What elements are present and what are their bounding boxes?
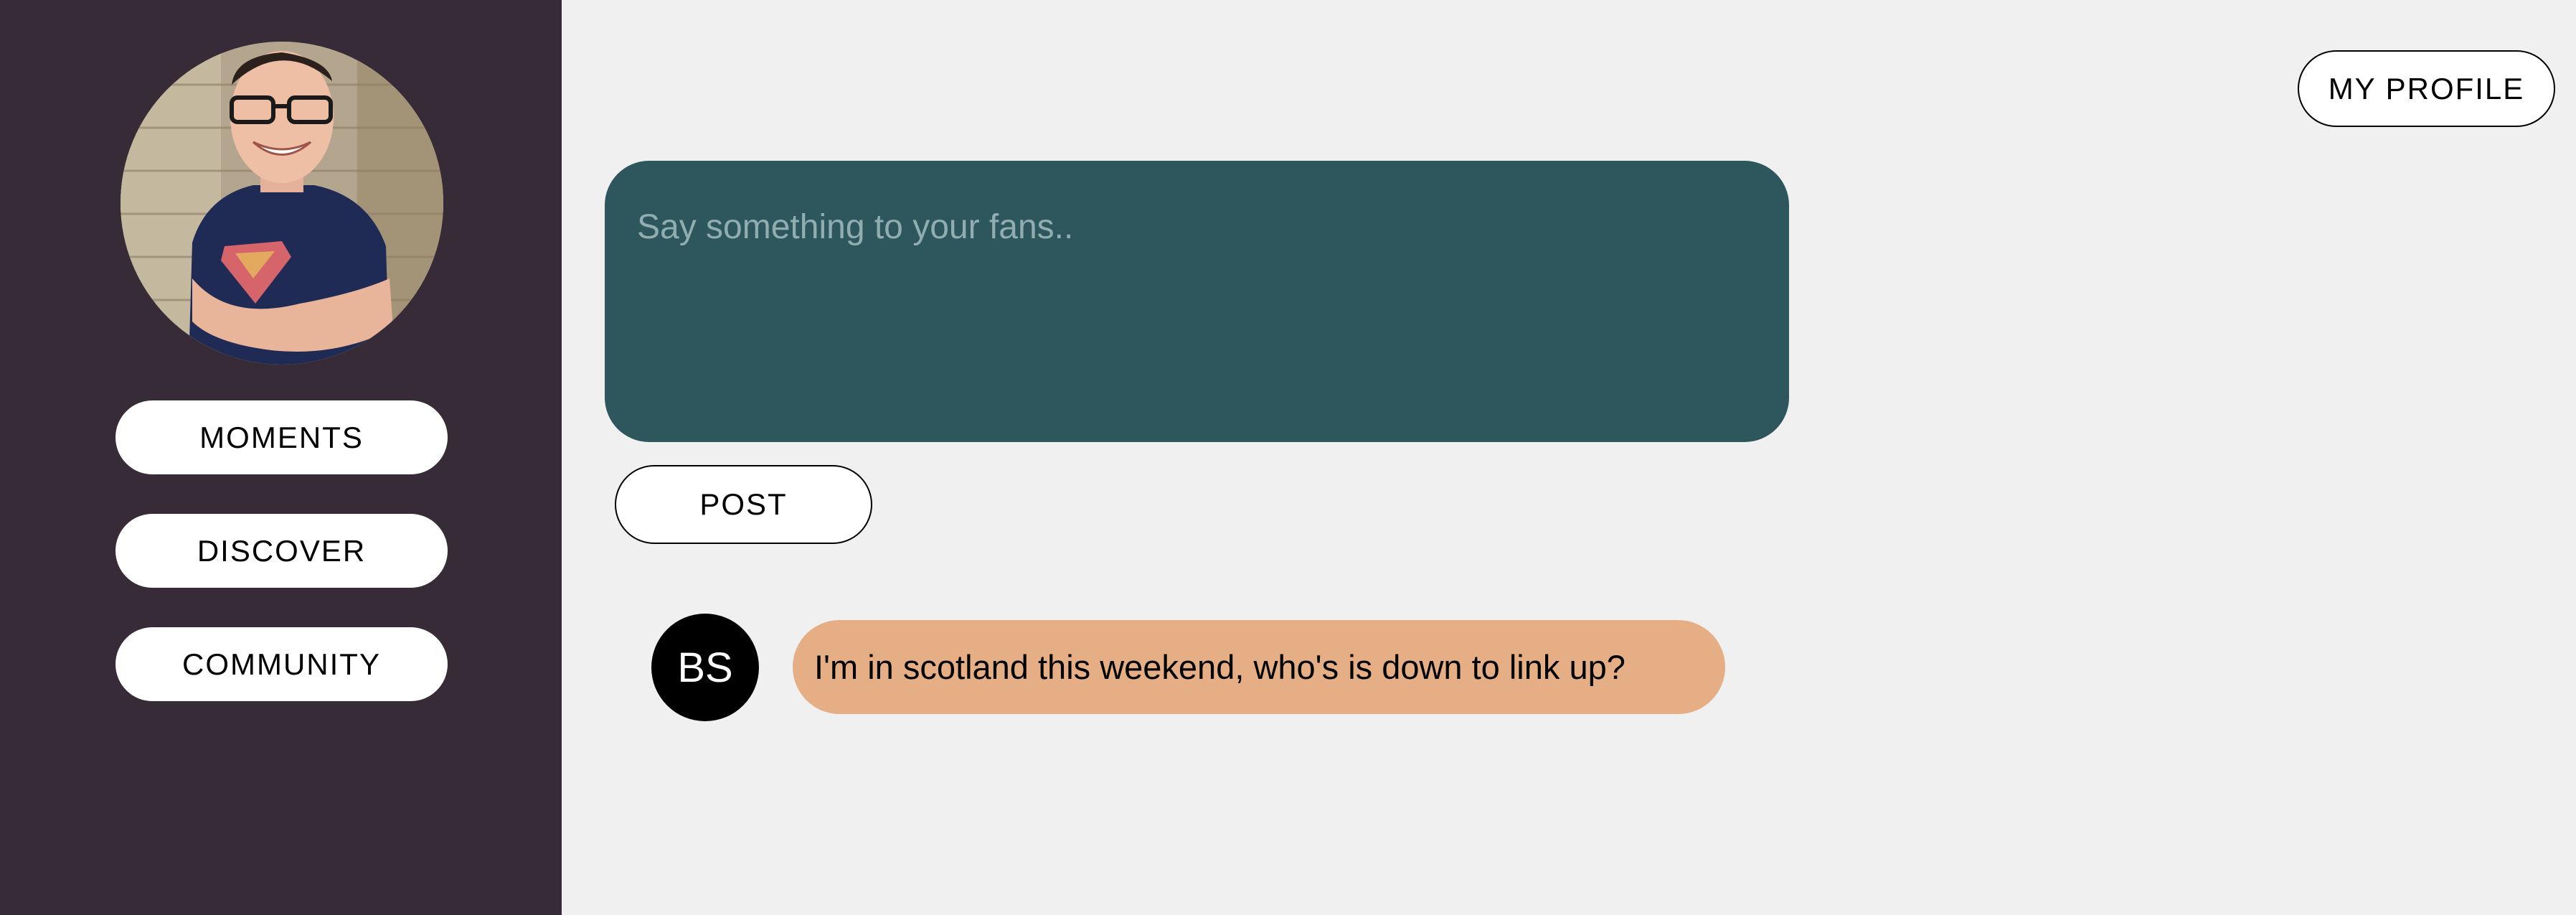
post-composer-input[interactable] (605, 161, 1789, 442)
nav-discover-button[interactable]: DISCOVER (115, 514, 448, 588)
my-profile-button[interactable]: MY PROFILE (2298, 50, 2555, 127)
post-button[interactable]: POST (615, 465, 872, 544)
nav-moments-button[interactable]: MOMENTS (115, 400, 448, 474)
message-bubble: I'm in scotland this weekend, who's is d… (793, 620, 1725, 714)
avatar[interactable] (121, 42, 443, 365)
profile-photo (121, 42, 443, 365)
sidebar: MOMENTS DISCOVER COMMUNITY (0, 0, 562, 915)
nav-community-button[interactable]: COMMUNITY (115, 627, 448, 701)
author-avatar[interactable]: BS (651, 614, 759, 721)
